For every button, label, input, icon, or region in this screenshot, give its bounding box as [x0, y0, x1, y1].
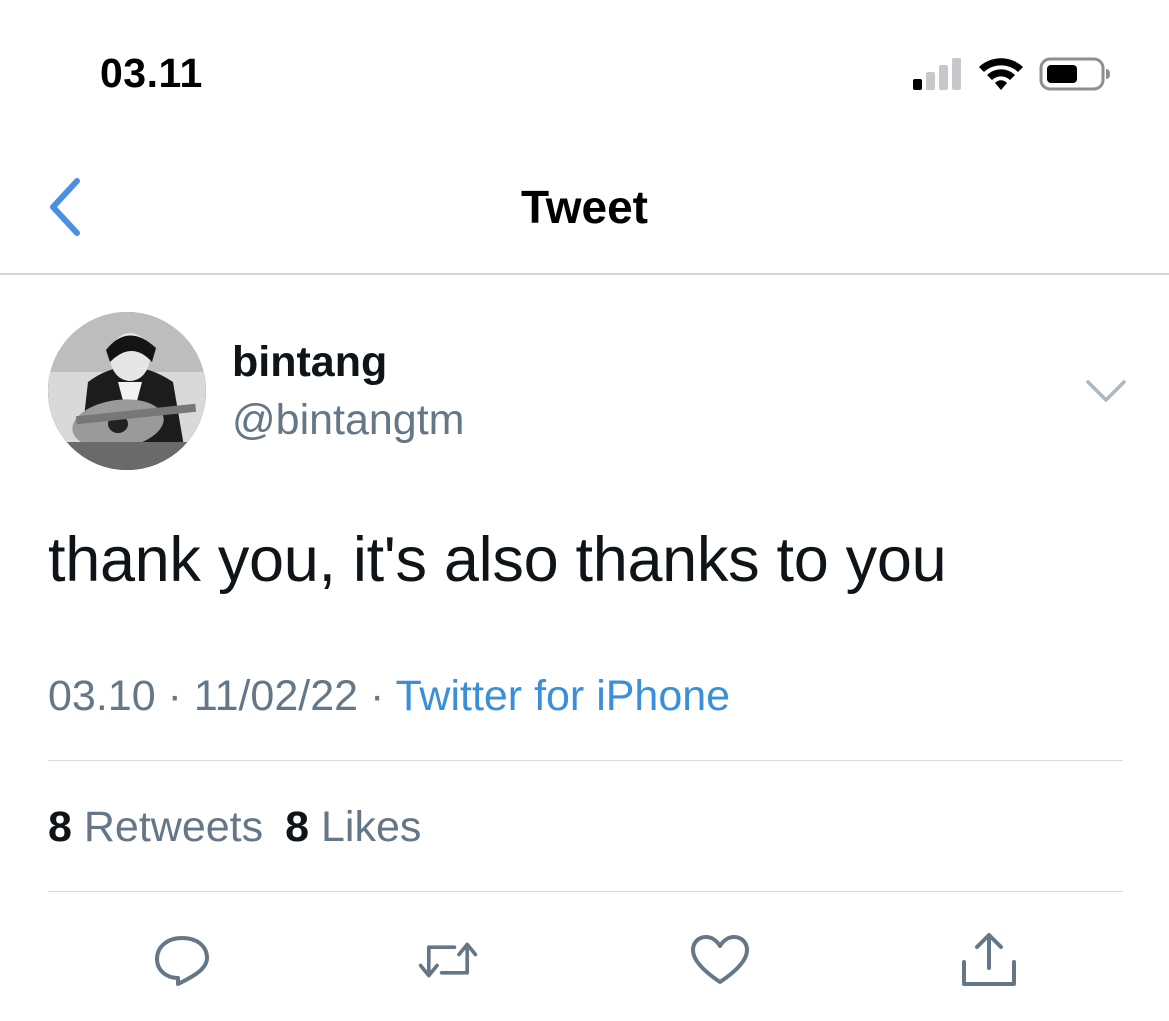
more-options-button[interactable]	[1084, 372, 1128, 412]
battery-icon	[1039, 57, 1110, 91]
tweet-time: 03.10	[48, 672, 156, 720]
status-time: 03.11	[100, 50, 203, 96]
divider	[48, 891, 1123, 892]
likes-stat[interactable]: 8 Likes	[285, 803, 421, 851]
meta-separator: ·	[167, 672, 182, 720]
likes-count: 8	[285, 803, 310, 851]
retweets-count: 8	[48, 803, 72, 851]
avatar[interactable]	[48, 312, 206, 470]
tweet-source-link[interactable]: Twitter for iPhone	[396, 672, 731, 720]
share-icon	[962, 933, 1016, 986]
retweets-stat[interactable]: 8 Retweets	[48, 803, 263, 851]
likes-label: Likes	[321, 803, 422, 851]
status-icons	[913, 56, 1111, 92]
divider	[48, 760, 1123, 761]
page-title: Tweet	[521, 181, 648, 233]
tweet-meta: 03.10 · 11/02/22 · Twitter for iPhone	[48, 672, 730, 721]
retweet-icon	[418, 942, 478, 978]
like-button[interactable]	[688, 930, 752, 990]
tweet-date: 11/02/22	[193, 672, 359, 720]
reply-icon	[155, 936, 209, 986]
author-handle[interactable]: @bintangtm	[232, 396, 465, 445]
tweet-text: thank you, it's also thanks to you	[48, 525, 947, 595]
meta-separator: ·	[370, 672, 385, 720]
avatar-photo	[48, 312, 206, 470]
chevron-down-icon	[1086, 380, 1126, 402]
share-button[interactable]	[957, 930, 1021, 990]
tweet-stats: 8 Retweets 8 Likes	[48, 803, 421, 852]
reply-button[interactable]	[150, 930, 214, 990]
retweet-button[interactable]	[416, 930, 480, 990]
retweets-label: Retweets	[83, 803, 264, 851]
author-name[interactable]: bintang	[232, 338, 387, 387]
wifi-icon	[979, 58, 1023, 90]
like-icon	[691, 935, 749, 984]
nav-divider	[0, 273, 1169, 275]
cellular-signal-icon	[913, 58, 961, 90]
